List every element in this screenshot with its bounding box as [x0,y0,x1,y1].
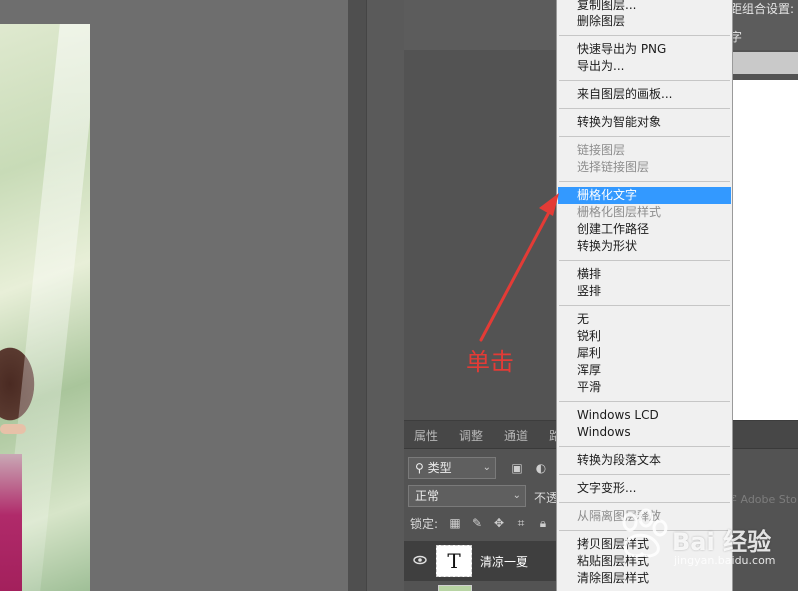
menu-item-create-work-path[interactable]: 创建工作路径 [577,221,649,238]
menu-separator [559,260,730,261]
document-photo [0,24,90,591]
menu-item-aa-none[interactable]: 无 [577,311,589,328]
menu-item-artboard-from-layers[interactable]: 来自图层的画板... [577,86,672,103]
photo-arm [0,424,26,434]
menu-separator [559,181,730,182]
eye-icon[interactable] [413,553,427,567]
filter-kind-value: 类型 [427,461,452,475]
menu-separator [559,502,730,503]
menu-item-aa-crisp[interactable]: 犀利 [577,345,601,362]
menu-item-convert-paragraph[interactable]: 转换为段落文本 [577,452,661,469]
lock-paint-icon[interactable]: ✎ [470,516,484,530]
context-menu: 复制图层... 删除图层 快速导出为 PNG 导出为... 来自图层的画板...… [556,0,733,591]
menu-item-rasterize-layer-style: 栅格化图层样式 [577,205,662,219]
layer-row[interactable]: T 清凉一夏 [404,541,558,581]
lock-transparent-icon[interactable]: ▦ [448,516,462,530]
menu-separator [559,474,730,475]
menu-item-windows-lcd[interactable]: Windows LCD [577,407,659,424]
menu-item-vertical[interactable]: 竖排 [577,283,601,300]
menu-item-windows[interactable]: Windows [577,424,631,441]
blend-mode-value: 正常 [415,489,440,503]
layer-name[interactable]: 清凉一夏 [480,553,528,570]
panel-icon-strip [366,0,404,591]
menu-separator [559,401,730,402]
annotation-text: 单击 [466,348,514,376]
lock-all-icon[interactable]: 🔒︎ [536,516,550,530]
menu-item-warp-text[interactable]: 文字变形... [577,480,636,497]
tab-properties[interactable]: 属性 [414,427,438,444]
menu-item-convert-smart-object[interactable]: 转换为智能对象 [577,114,661,131]
watermark-text: Bai 经验 [672,528,772,556]
menu-item-horizontal[interactable]: 横排 [577,266,601,283]
menu-separator [559,35,730,36]
adjustment-filter-icon[interactable]: ◐ [534,461,548,475]
menu-item-quick-export-png[interactable]: 快速导出为 PNG [577,41,666,58]
menu-item-select-linked-layers: 选择链接图层 [577,160,650,174]
search-icon: ⚲ [415,461,424,475]
chevron-down-icon: ⌄ [482,462,491,473]
menu-item-convert-to-shape[interactable]: 转换为形状 [577,238,637,255]
menu-separator [559,305,730,306]
chevron-down-icon: ⌄ [512,490,521,501]
menu-item-export-as[interactable]: 导出为... [577,58,624,75]
tab-channels[interactable]: 通道 [504,427,528,444]
text-layer-thumbnail: T [436,545,472,577]
watermark: Bai 经验 jingyan.baidu.com [612,504,776,574]
photo-dress [0,454,22,591]
watermark-url: jingyan.baidu.com [674,554,776,567]
menu-separator [559,80,730,81]
menu-separator [559,108,730,109]
lock-artboard-icon[interactable]: ⌗ [514,516,528,530]
filter-kind-select[interactable]: ⚲ 类型 ⌄ [408,457,496,479]
opacity-label: 不透 [534,491,559,505]
blend-mode-select[interactable]: 正常 ⌄ [408,485,526,507]
options-label-1: 距组合设置: [730,2,795,16]
menu-separator [559,136,730,137]
menu-item-aa-strong[interactable]: 浑厚 [577,362,601,379]
preview-area [733,80,798,420]
tab-adjustments[interactable]: 调整 [459,427,483,444]
document-canvas[interactable] [0,0,348,591]
image-filter-icon[interactable]: ▣ [510,461,524,475]
paw-icon [622,508,668,558]
menu-item-rasterize-type[interactable]: 栅格化文字 [577,187,637,204]
lock-label: 锁定: [410,517,439,531]
panel-dock-strip [348,0,366,591]
menu-separator [559,446,730,447]
menu-item-link-layers: 链接图层 [577,143,626,157]
menu-item-duplicate-layer[interactable]: 复制图层... [577,0,636,14]
menu-item-aa-sharp[interactable]: 锐利 [577,328,601,345]
image-layer-thumbnail [438,585,472,591]
menu-item-delete-layer[interactable]: 删除图层 [577,13,625,30]
options-field[interactable] [733,52,798,74]
menu-item-aa-smooth[interactable]: 平滑 [577,379,601,396]
lock-position-icon[interactable]: ✥ [492,516,506,530]
